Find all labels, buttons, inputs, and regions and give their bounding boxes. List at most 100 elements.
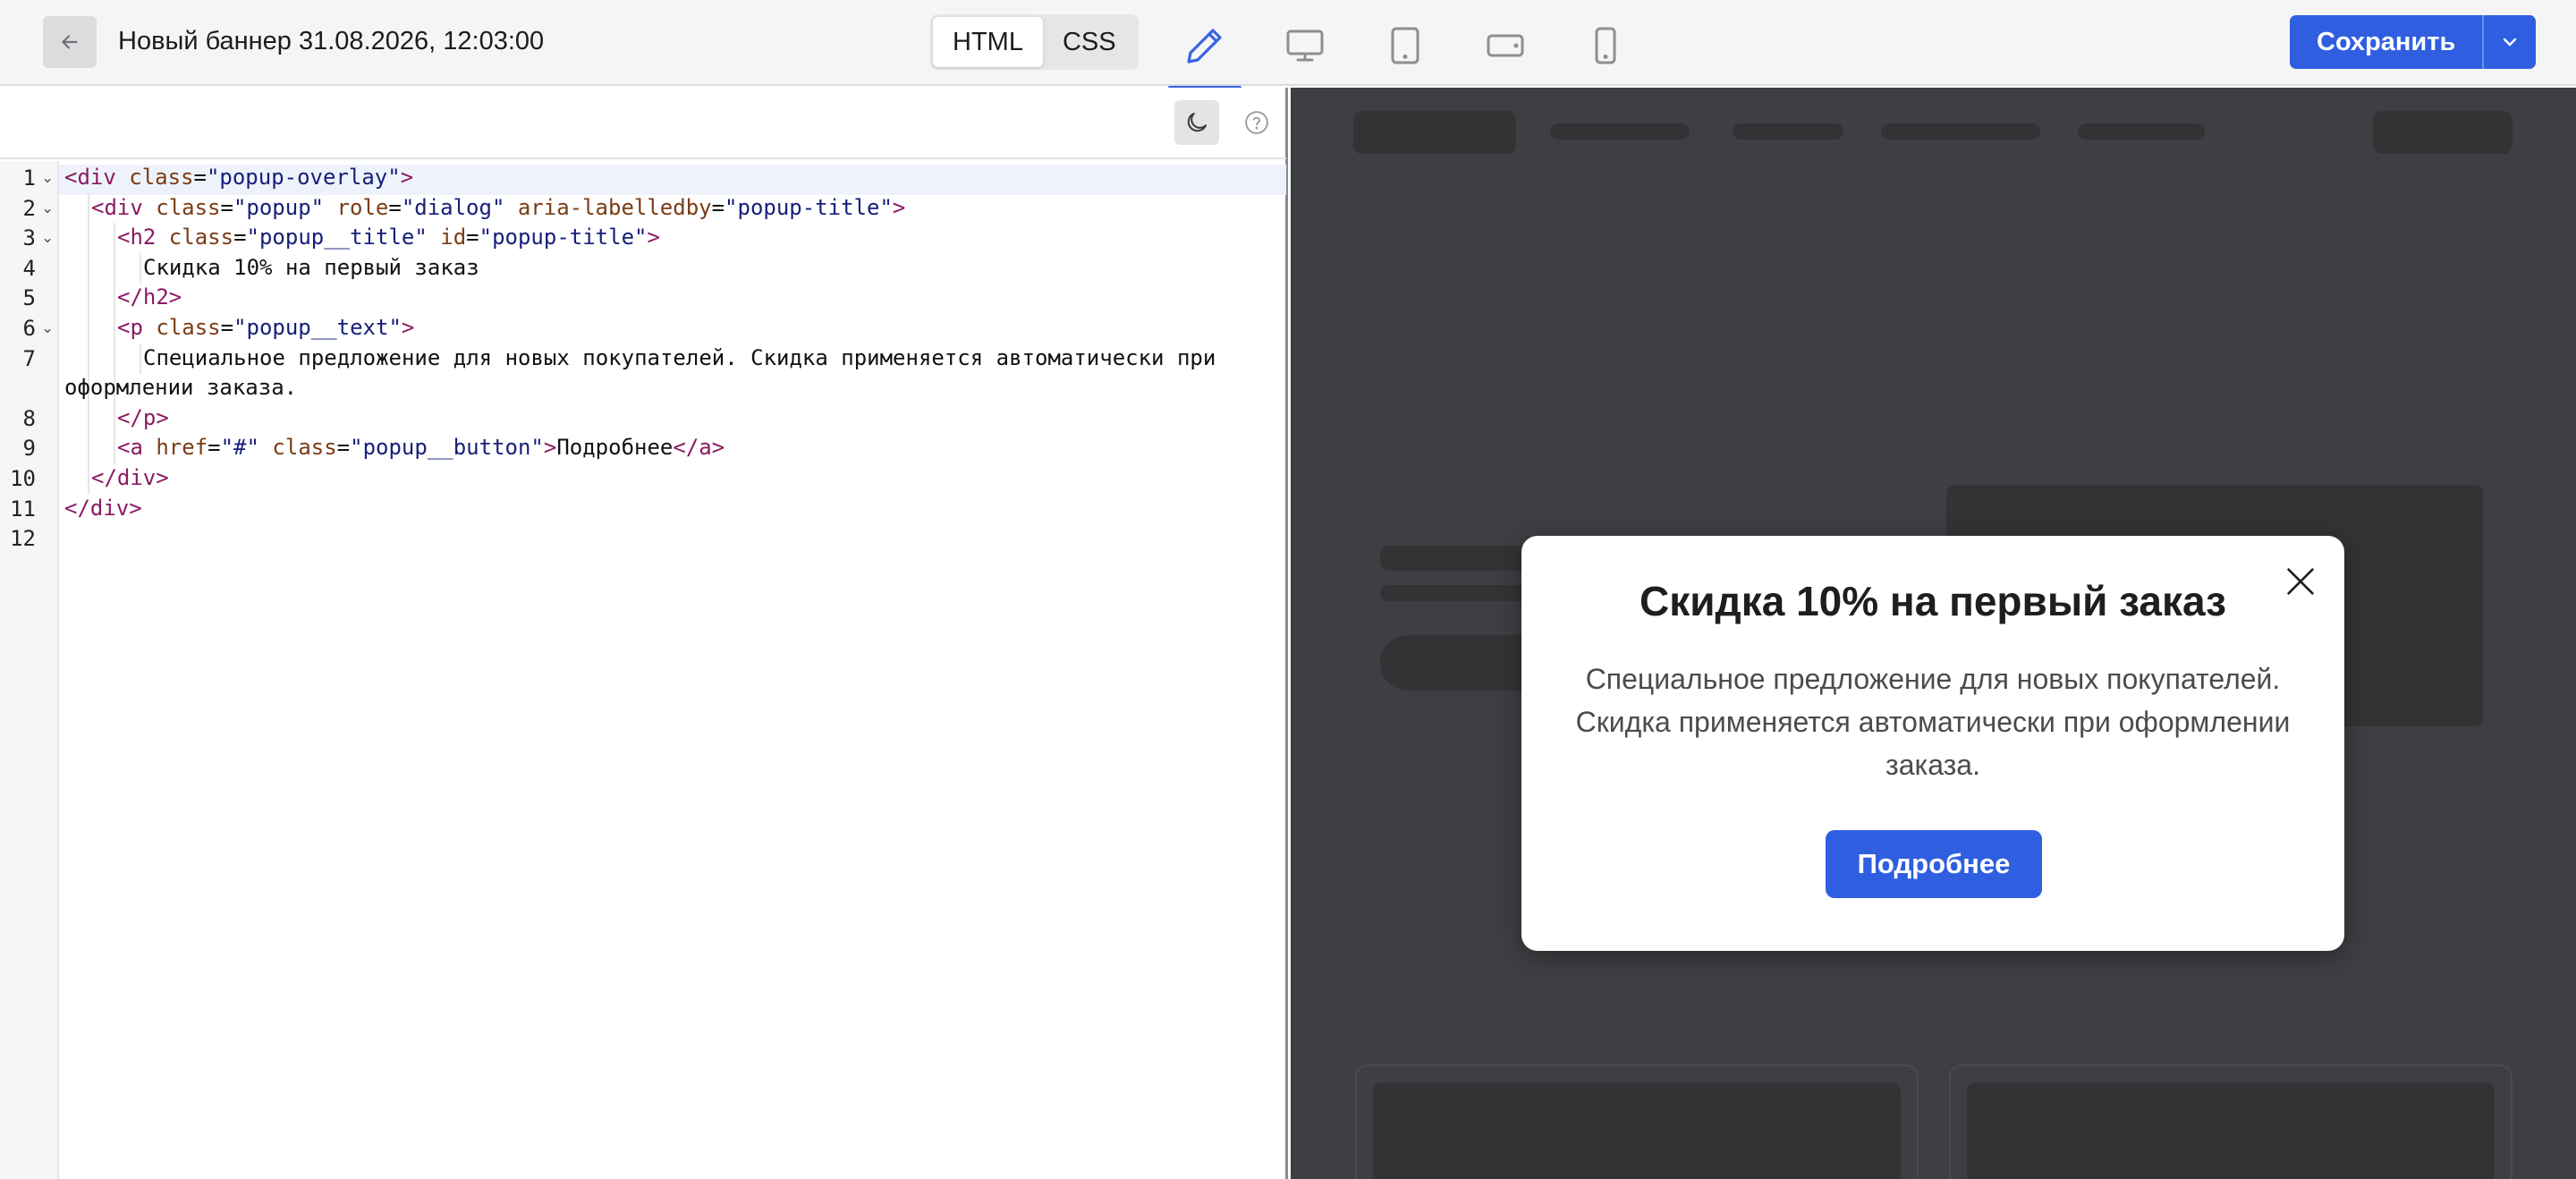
fold-toggle-icon[interactable]: ⌄ — [41, 163, 54, 193]
code-token: Специальное предложение для новых покупа… — [143, 345, 1216, 370]
help-button[interactable] — [1234, 100, 1279, 145]
phone-icon — [1595, 27, 1616, 64]
popup-more-button[interactable]: Подробнее — [1826, 830, 2042, 898]
pencil-icon — [1187, 29, 1222, 64]
tablet-icon — [1391, 27, 1419, 64]
theme-toggle-button[interactable] — [1174, 100, 1219, 145]
tab-html[interactable]: HTML — [933, 17, 1043, 67]
code-token: "popup__title" — [246, 225, 428, 250]
code-token: <a — [117, 435, 143, 460]
code-line-10: </div> — [91, 463, 169, 494]
skeleton-header-button — [2373, 111, 2512, 154]
code-token: "popup__button" — [350, 435, 544, 460]
line-number: 8 — [22, 406, 36, 431]
line-number: 10 — [10, 466, 36, 491]
back-button[interactable] — [43, 16, 97, 68]
code-token: "popup-overlay" — [206, 165, 401, 190]
code-line-4: Скидка 10% на первый заказ — [143, 253, 479, 284]
code-token: Скидка 10% на первый заказ — [143, 255, 479, 280]
top-bar: Новый баннер 31.08.2026, 12:03:00 HTML C… — [0, 0, 2576, 89]
code-line-6: <p class="popup__text"> — [117, 315, 415, 340]
code-line-3: <h2 class="popup__title" id="popup-title… — [117, 225, 660, 250]
question-circle-icon — [1245, 111, 1268, 134]
code-token: <div — [91, 195, 143, 220]
tab-css[interactable]: CSS — [1043, 17, 1136, 67]
popup-dialog: Скидка 10% на первый заказ Специальное п… — [1521, 536, 2344, 951]
code-token: role — [324, 195, 389, 220]
line-number: 7 — [22, 346, 36, 371]
code-token: = — [193, 165, 207, 190]
arrow-left-icon — [62, 35, 78, 49]
skeleton-card-image — [1373, 1082, 1901, 1179]
indent-guide — [114, 223, 115, 464]
line-number: 1 — [22, 165, 36, 191]
code-token: > — [400, 165, 414, 190]
monitor-icon — [1286, 30, 1324, 62]
line-number-gutter: 1 ⌄ 2 ⌄ 3 ⌄ 4 5 6 ⌄ 7 8 9 10 11 12 — [0, 161, 59, 1179]
line-number: 4 — [22, 256, 36, 281]
skeleton-nav-item — [1881, 123, 2040, 140]
code-token: > — [647, 225, 660, 250]
fold-toggle-icon[interactable]: ⌄ — [41, 193, 54, 224]
code-token: href — [142, 435, 208, 460]
code-line-8: </p> — [117, 403, 169, 434]
popup-title: Скидка 10% на первый заказ — [1639, 578, 2227, 624]
code-token: "#" — [220, 435, 259, 460]
fold-toggle-icon[interactable]: ⌄ — [41, 223, 54, 253]
save-menu-button[interactable] — [2482, 15, 2537, 69]
line-number: 5 — [22, 285, 36, 310]
code-token: Подробнее — [556, 435, 674, 460]
indent-guide — [140, 253, 141, 284]
skeleton-nav-item — [1550, 123, 1690, 140]
code-token: class — [156, 225, 234, 250]
line-number: 3 — [22, 225, 36, 250]
code-line-9: <a href="#" class="popup__button">Подроб… — [117, 435, 725, 460]
code-token: class — [258, 435, 337, 460]
code-token: "popup-title" — [724, 195, 893, 220]
code-line-11: </div> — [64, 494, 142, 524]
mode-desktop-button[interactable] — [1268, 7, 1342, 84]
code-token: "popup__text" — [233, 315, 402, 340]
code-token: </h2> — [117, 284, 182, 310]
mode-tablet-landscape-button[interactable] — [1469, 7, 1542, 84]
code-token: class — [142, 315, 221, 340]
code-token: </div> — [91, 465, 169, 490]
chevron-down-icon — [2504, 38, 2517, 47]
skeleton-nav-item — [1733, 123, 1843, 140]
line-number: 9 — [22, 436, 36, 461]
mode-mobile-button[interactable] — [1569, 7, 1642, 84]
code-token: id — [427, 225, 467, 250]
indent-guide — [88, 193, 89, 494]
code-line-2: <div class="popup" role="dialog" aria-la… — [91, 195, 906, 220]
indent-guide — [140, 344, 141, 374]
line-number: 2 — [22, 196, 36, 221]
fold-toggle-icon[interactable]: ⌄ — [41, 313, 54, 344]
code-token: <h2 — [117, 225, 157, 250]
code-token: > — [543, 435, 557, 460]
code-token: "popup-title" — [479, 225, 648, 250]
code-token: > — [892, 195, 906, 220]
tablet-landscape-icon — [1487, 34, 1524, 57]
code-token: aria-labelledby — [504, 195, 712, 220]
line-number: 6 — [22, 316, 36, 341]
code-token: > — [401, 315, 415, 340]
skeleton-nav-item — [2078, 123, 2205, 140]
code-token: <div — [64, 165, 116, 190]
code-token: </div> — [64, 496, 142, 521]
code-token: "popup" — [233, 195, 325, 220]
editor-toolbar — [0, 88, 1286, 159]
code-line-5: </h2> — [117, 283, 182, 313]
code-token: </a> — [673, 435, 725, 460]
mode-edit-button[interactable] — [1168, 7, 1241, 89]
save-button[interactable]: Сохранить — [2290, 15, 2483, 69]
code-line-7: Специальное предложение для новых покупа… — [143, 344, 1216, 374]
code-token: оформлении заказа. — [64, 375, 298, 400]
mode-tablet-button[interactable] — [1368, 7, 1442, 84]
moon-icon — [1187, 113, 1207, 132]
line-number: 12 — [10, 526, 36, 551]
language-switch: HTML CSS — [930, 14, 1139, 70]
code-token: class — [142, 195, 221, 220]
code-token: "dialog" — [401, 195, 505, 220]
save-button-group: Сохранить — [2290, 15, 2537, 69]
skeleton-card-image — [1967, 1082, 2495, 1179]
